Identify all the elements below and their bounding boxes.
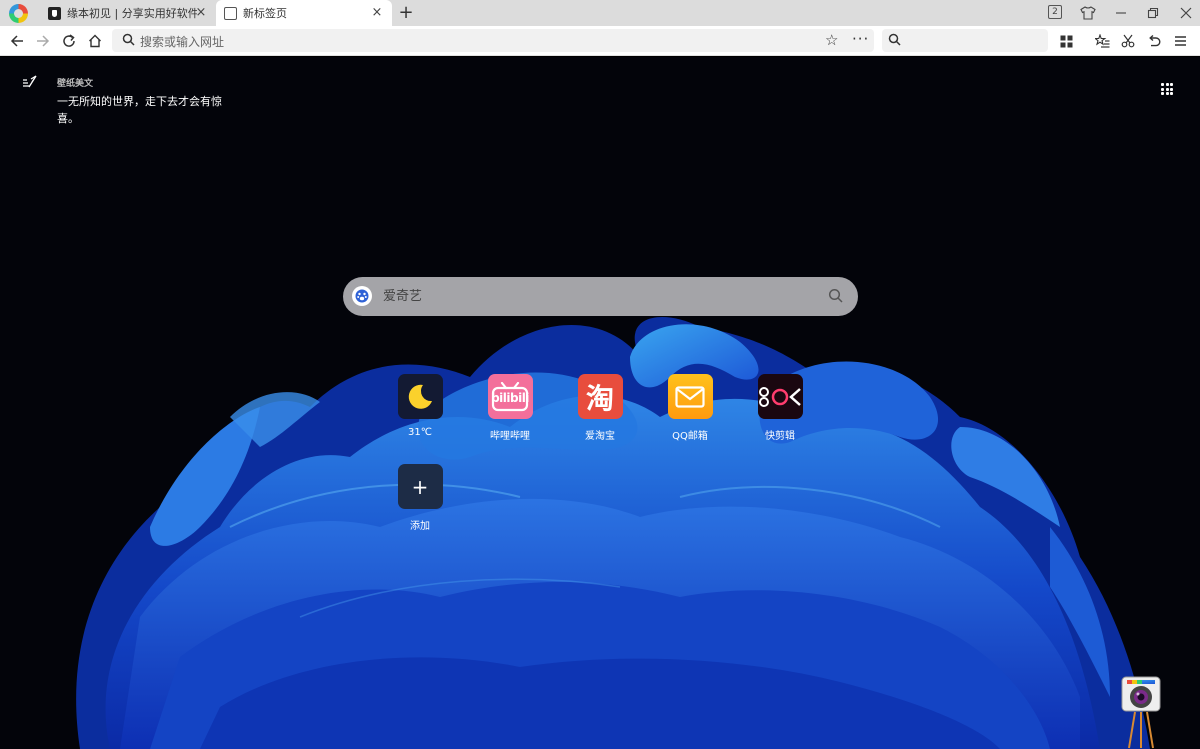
tab-strip: 缘本初见 | 分享实用好软件! × 新标签页 × + 2 — [0, 0, 1200, 26]
search-icon[interactable] — [828, 288, 843, 306]
home-icon[interactable] — [85, 31, 105, 51]
mail-icon — [667, 374, 713, 419]
tab-title: 新标签页 — [243, 7, 287, 20]
kuaijianji-icon — [757, 374, 803, 419]
menu-hamburger-icon[interactable] — [1170, 31, 1190, 51]
tab-close-icon[interactable]: × — [370, 6, 384, 20]
search-icon — [888, 33, 901, 49]
shortcut-label: 31℃ — [408, 427, 432, 438]
search-icon — [122, 33, 135, 49]
tab-new-tab-page[interactable]: 新标签页 × — [216, 0, 392, 26]
navigation-toolbar: 搜索或输入网址 ☆ ··· — [0, 26, 1200, 56]
wallpaper-quote-text: 一无所知的世界，走下去才会有惊喜。 — [57, 95, 222, 125]
tab-count-badge[interactable]: 2 — [1048, 5, 1062, 19]
shortcut-qq-mail[interactable]: QQ邮箱 — [660, 374, 720, 442]
wallpaper-camera-icon[interactable] — [1121, 676, 1161, 749]
address-bar[interactable]: 搜索或输入网址 ☆ ··· — [112, 29, 874, 52]
side-search-box[interactable] — [882, 29, 1048, 52]
shortcut-label: 爱淘宝 — [585, 431, 615, 442]
moon-icon — [397, 374, 443, 419]
new-tab-page: 壁纸美文 一无所知的世界，走下去才会有惊喜。 31℃ bilibili 哔哩哔哩… — [0, 57, 1200, 749]
wallpaper-quote-title: 壁纸美文 — [57, 79, 94, 89]
shortcut-label: 添加 — [410, 521, 430, 532]
undo-icon[interactable] — [1144, 31, 1164, 51]
minimize-icon[interactable] — [1113, 3, 1129, 23]
skin-shirt-icon[interactable] — [1080, 3, 1096, 23]
add-shortcut-button[interactable]: + 添加 — [390, 464, 450, 532]
bookmark-star-icon[interactable]: ☆ — [825, 31, 838, 49]
shortcut-weather[interactable]: 31℃ — [390, 374, 450, 438]
apps-grid-icon[interactable] — [1161, 83, 1173, 95]
taobao-icon: 淘 — [577, 374, 623, 419]
restore-icon[interactable] — [1145, 3, 1161, 23]
main-search-box[interactable] — [343, 277, 858, 316]
window-close-icon[interactable] — [1178, 3, 1194, 23]
shortcut-label: 哔哩哔哩 — [490, 431, 530, 442]
shortcut-bilibili[interactable]: bilibili 哔哩哔哩 — [480, 374, 540, 442]
tab-yuanben[interactable]: 缘本初见 | 分享实用好软件! × — [40, 0, 216, 26]
extensions-grid-icon[interactable] — [1056, 31, 1076, 51]
search-input[interactable] — [383, 277, 803, 316]
forward-arrow-icon[interactable] — [33, 31, 53, 51]
shortcut-label: QQ邮箱 — [672, 431, 708, 442]
refresh-icon[interactable] — [59, 31, 79, 51]
quill-pen-icon[interactable] — [22, 74, 38, 90]
baidu-paw-icon[interactable] — [352, 286, 372, 306]
site-favicon-icon — [48, 6, 61, 20]
plus-icon: + — [397, 464, 443, 509]
bilibili-icon: bilibili — [487, 374, 533, 419]
more-options-icon[interactable]: ··· — [852, 30, 869, 48]
shortcut-taobao[interactable]: 淘 爱淘宝 — [570, 374, 630, 442]
shortcut-kuaijianji[interactable]: 快剪辑 — [750, 374, 810, 442]
page-favicon-icon — [224, 6, 237, 20]
back-arrow-icon[interactable] — [7, 31, 27, 51]
browser-logo-icon[interactable] — [9, 4, 28, 23]
screenshot-scissors-icon[interactable] — [1118, 31, 1138, 51]
new-tab-button[interactable]: + — [397, 3, 415, 23]
favorites-list-icon[interactable] — [1092, 31, 1112, 51]
address-placeholder[interactable]: 搜索或输入网址 — [140, 33, 224, 50]
shortcut-label: 快剪辑 — [765, 431, 795, 442]
tab-close-icon[interactable]: × — [194, 6, 208, 20]
tab-title: 缘本初见 | 分享实用好软件! — [67, 7, 197, 20]
